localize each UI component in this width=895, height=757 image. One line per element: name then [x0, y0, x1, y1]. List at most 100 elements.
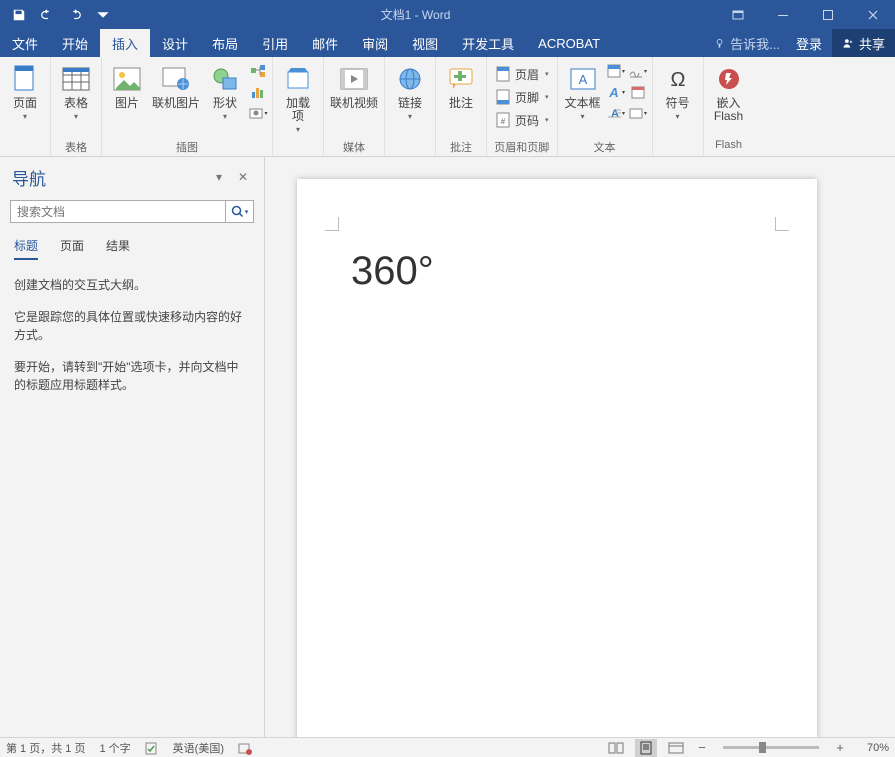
macro-record-icon[interactable]: [238, 741, 252, 755]
group-text: A 文本框 ▾ ▾ A▾ A▾ ▾ ▾ 文本: [558, 57, 653, 156]
online-pictures-button[interactable]: 联机图片: [150, 61, 202, 110]
link-icon: [394, 63, 426, 95]
ribbon-display-options[interactable]: [715, 0, 760, 29]
print-layout-button[interactable]: [635, 739, 657, 757]
minimize-button[interactable]: [760, 0, 805, 29]
share-button[interactable]: 共享: [832, 29, 895, 57]
read-mode-button[interactable]: [605, 739, 627, 757]
table-button[interactable]: 表格 ▾: [55, 61, 97, 121]
store-icon: [282, 63, 314, 95]
nav-search-button[interactable]: ▾: [225, 201, 253, 222]
footer-icon: [495, 89, 511, 105]
nav-dropdown-button[interactable]: ▾: [216, 170, 232, 186]
document-page[interactable]: 360°: [297, 179, 817, 737]
sign-in-button[interactable]: 登录: [786, 29, 832, 57]
shapes-button[interactable]: 形状 ▾: [204, 61, 246, 121]
web-layout-button[interactable]: [665, 739, 687, 757]
redo-button[interactable]: [62, 3, 88, 27]
document-area[interactable]: 360°: [265, 157, 895, 737]
window-title: 文档1 - Word: [116, 6, 715, 23]
svg-text:A: A: [608, 85, 618, 100]
title-bar: 文档1 - Word: [0, 0, 895, 29]
tab-file[interactable]: 文件: [0, 29, 50, 57]
margin-corner-icon: [325, 217, 339, 231]
status-page[interactable]: 第 1 页，共 1 页: [6, 740, 85, 756]
nav-pane-title: 导航: [12, 165, 210, 190]
wordart-button[interactable]: A▾: [606, 82, 626, 102]
comment-button[interactable]: 批注: [440, 61, 482, 110]
zoom-level[interactable]: 70%: [855, 742, 889, 754]
tab-view[interactable]: 视图: [400, 29, 450, 57]
picture-icon: [111, 63, 143, 95]
nav-close-button[interactable]: ✕: [238, 170, 254, 186]
status-bar: 第 1 页，共 1 页 1 个字 英语(美国) − + 70%: [0, 737, 895, 757]
pictures-button[interactable]: 图片: [106, 61, 148, 110]
group-flash: 嵌入 Flash Flash: [704, 57, 754, 156]
save-button[interactable]: [6, 3, 32, 27]
page-number-button[interactable]: #页码▾: [491, 109, 553, 131]
chevron-down-icon: ▾: [223, 112, 227, 121]
chart-button[interactable]: [248, 82, 268, 102]
textbox-button[interactable]: A 文本框 ▾: [562, 61, 604, 121]
dropcap-button[interactable]: A▾: [606, 103, 626, 123]
tab-layout[interactable]: 布局: [200, 29, 250, 57]
object-button[interactable]: ▾: [628, 103, 648, 123]
nav-tabs: 标题 页面 结果: [0, 231, 264, 268]
table-icon: [60, 63, 92, 95]
signature-button[interactable]: ▾: [628, 61, 648, 81]
nav-tab-headings[interactable]: 标题: [14, 237, 38, 260]
nav-tab-results[interactable]: 结果: [106, 237, 130, 260]
tab-review[interactable]: 审阅: [350, 29, 400, 57]
status-language[interactable]: 英语(美国): [173, 740, 224, 756]
tab-insert[interactable]: 插入: [100, 29, 150, 57]
zoom-slider[interactable]: [723, 746, 819, 749]
video-icon: [338, 63, 370, 95]
svg-text:A: A: [578, 72, 587, 87]
undo-button[interactable]: [34, 3, 60, 27]
addins-button[interactable]: 加载 项 ▾: [277, 61, 319, 134]
main-body: 导航 ▾ ✕ ▾ 标题 页面 结果 创建文档的交互式大纲。 它是跟踪您的具体位置…: [0, 157, 895, 737]
tab-design[interactable]: 设计: [150, 29, 200, 57]
spellcheck-icon[interactable]: [145, 741, 159, 755]
nav-search-input[interactable]: [11, 201, 225, 222]
tell-me-button[interactable]: 告诉我...: [707, 29, 786, 57]
smartart-button[interactable]: [248, 61, 268, 81]
tab-home[interactable]: 开始: [50, 29, 100, 57]
group-symbols: Ω 符号 ▾: [653, 57, 704, 156]
header-button[interactable]: 页眉▾: [491, 63, 553, 85]
qat-customize-button[interactable]: [90, 3, 116, 27]
pagenum-icon: #: [495, 112, 511, 128]
window-controls: [715, 0, 895, 29]
ribbon-tabs: 文件 开始 插入 设计 布局 引用 邮件 审阅 视图 开发工具 ACROBAT …: [0, 29, 895, 57]
tab-references[interactable]: 引用: [250, 29, 300, 57]
footer-button[interactable]: 页脚▾: [491, 86, 553, 108]
group-pages: 页面 ▾: [0, 57, 51, 156]
pages-button[interactable]: 页面 ▾: [4, 61, 46, 121]
chevron-down-icon: ▾: [581, 112, 585, 121]
nav-message: 创建文档的交互式大纲。 它是跟踪您的具体位置或快速移动内容的好方式。 要开始，请…: [0, 268, 264, 416]
maximize-button[interactable]: [805, 0, 850, 29]
symbol-button[interactable]: Ω 符号 ▾: [657, 61, 699, 121]
quickparts-button[interactable]: ▾: [606, 61, 626, 81]
status-wordcount[interactable]: 1 个字: [99, 740, 130, 756]
embed-flash-button[interactable]: 嵌入 Flash: [708, 61, 750, 123]
group-header-footer: 页眉▾ 页脚▾ #页码▾ 页眉和页脚: [487, 57, 558, 156]
online-video-button[interactable]: 联机视频: [328, 61, 380, 110]
page-icon: [9, 63, 41, 95]
screenshot-button[interactable]: ▾: [248, 103, 268, 123]
document-content[interactable]: 360°: [351, 249, 434, 294]
tab-mailings[interactable]: 邮件: [300, 29, 350, 57]
tab-acrobat[interactable]: ACROBAT: [526, 29, 612, 57]
tab-developer[interactable]: 开发工具: [450, 29, 526, 57]
chevron-down-icon: ▾: [74, 112, 78, 121]
nav-tab-pages[interactable]: 页面: [60, 237, 84, 260]
zoom-in-button[interactable]: +: [833, 740, 847, 755]
header-icon: [495, 66, 511, 82]
nav-search: ▾: [10, 200, 254, 223]
close-button[interactable]: [850, 0, 895, 29]
links-button[interactable]: 链接 ▾: [389, 61, 431, 121]
chevron-down-icon: ▾: [408, 112, 412, 121]
datetime-button[interactable]: [628, 82, 648, 102]
zoom-out-button[interactable]: −: [695, 740, 709, 755]
textbox-icon: A: [567, 63, 599, 95]
